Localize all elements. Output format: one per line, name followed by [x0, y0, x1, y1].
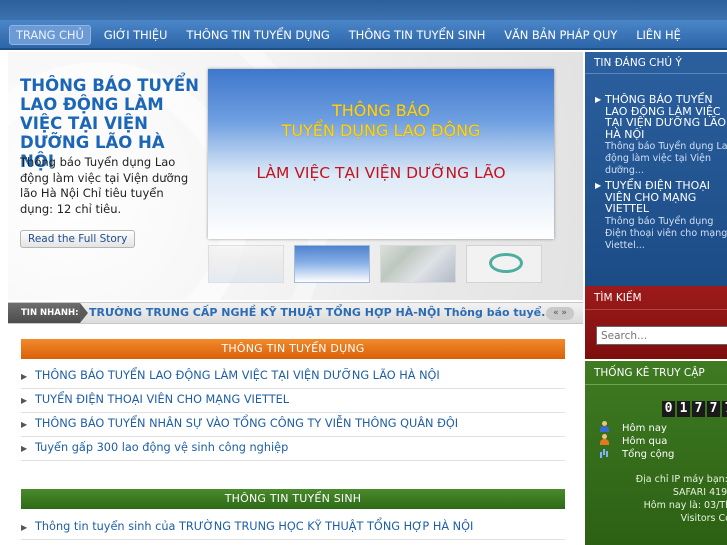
- user-icon: [599, 421, 610, 432]
- ticker-headline[interactable]: TRƯỜNG TRUNG CẤP NGHỀ KỸ THUẬT TỔNG HỢP …: [89, 303, 554, 323]
- featured-news-title[interactable]: TUYỂN ĐIỆN THOẠI VIÊN CHO MẠNG VIETTEL: [605, 179, 710, 215]
- feature-image-line: TUYỂN DỤNG LAO ĐỘNG: [281, 121, 481, 140]
- list-item-link[interactable]: TUYỂN ĐIỆN THOẠI VIÊN CHO MẠNG VIETTEL: [35, 393, 289, 406]
- counter-digit: 7: [692, 401, 705, 417]
- chart-icon: [599, 447, 610, 458]
- list-item[interactable]: ▶ THÔNG BÁO TUYỂN NHÂN SỰ VÀO TỔNG CÔNG T…: [21, 413, 565, 437]
- featured-news-item[interactable]: ▶ TUYỂN ĐIỆN THOẠI VIÊN CHO MẠNG VIETTEL …: [595, 180, 727, 252]
- thumbnail-2[interactable]: [294, 245, 370, 283]
- featured-news-title[interactable]: THÔNG BÁO TUYỂN LAO ĐỘNG LÀM VIỆC TẠI VI…: [605, 93, 726, 141]
- stat-label: Hôm nay: [622, 423, 667, 434]
- viettel-logo-icon: [489, 253, 523, 273]
- main-nav: TRANG CHỦ GIỚI THIỆU THÔNG TIN TUYỂN DỤN…: [0, 20, 727, 50]
- list-item-link[interactable]: THÔNG BÁO TUYỂN NHÂN SỰ VÀO TỔNG CÔNG TY…: [35, 417, 458, 430]
- list-item[interactable]: ▶ Tuyển gấp 300 lao động vệ sinh công ngh…: [21, 437, 565, 461]
- counter-digit: 0: [662, 401, 675, 417]
- date-line: Hôm nay là: 03/Thán: [643, 500, 727, 511]
- admissions-heading: THÔNG TIN TUYỂN SINH: [21, 489, 565, 509]
- search-panel: TÌM KIẾM: [585, 286, 727, 359]
- feature-image-line: LÀM VIỆC TẠI VIỆN DƯỠNG LÃO: [256, 164, 506, 182]
- list-item[interactable]: ▶ TUYỂN ĐIỆN THOẠI VIÊN CHO MẠNG VIETTEL: [21, 389, 565, 413]
- stat-total: Tổng cộng: [599, 447, 675, 460]
- user-icon: [599, 434, 610, 445]
- news-ticker: TIN NHANH: TRƯỜNG TRUNG CẤP NGHỀ KỸ THUẬ…: [8, 302, 583, 324]
- search-input[interactable]: [596, 326, 727, 345]
- stat-yesterday: Hôm qua: [599, 434, 668, 447]
- feature-image-line: THÔNG BÁO: [331, 101, 431, 120]
- stat-today: Hôm nay: [599, 421, 667, 434]
- stat-label: Hôm qua: [622, 436, 668, 447]
- featured-news-item[interactable]: ▶ THÔNG BÁO TUYỂN LAO ĐỘNG LÀM VIỆC TẠI V…: [595, 94, 727, 177]
- counter-digit: 7: [722, 401, 727, 417]
- read-full-story-button[interactable]: Read the Full Story: [20, 230, 136, 248]
- featured-news-desc: Thông báo Tuyển dụng Lao động làm việc t…: [605, 141, 727, 176]
- thumbnail-3[interactable]: [380, 245, 456, 283]
- bullet-arrow-icon: ▶: [21, 396, 28, 405]
- visitor-info: Địa chỉ IP máy bạn: 70 SAFARI 419.3), Hô…: [593, 473, 727, 525]
- nav-regulations[interactable]: VĂN BẢN PHÁP QUY: [504, 28, 617, 42]
- visitor-stats-panel: THỐNG KÊ TRUY CẬP 0 1 7 7 7 Hôm nay Hôm …: [585, 361, 727, 545]
- nav-contact[interactable]: LIÊN HỆ: [636, 28, 681, 42]
- list-item[interactable]: ▶ Thông tin tuyển sinh của TRƯỜNG TRUNG H…: [21, 516, 565, 540]
- search-heading: TÌM KIẾM: [585, 286, 727, 310]
- bullet-arrow-icon: ▶: [595, 181, 602, 190]
- bullet-arrow-icon: ▶: [21, 444, 28, 453]
- nav-about[interactable]: GIỚI THIỆU: [104, 28, 168, 42]
- recruitment-list: ▶ THÔNG BÁO TUYỂN LAO ĐỘNG LÀM VIỆC TẠI V…: [21, 365, 565, 461]
- nav-recruitment[interactable]: THÔNG TIN TUYỂN DỤNG: [186, 28, 329, 42]
- recruitment-heading: THÔNG TIN TUYỂN DỤNG: [21, 339, 565, 359]
- ticker-prev-next-button[interactable]: « »: [546, 307, 574, 320]
- counter-digit: 7: [707, 401, 720, 417]
- thumbnail-1[interactable]: [208, 245, 284, 283]
- admissions-list: ▶ Thông tin tuyển sinh của TRƯỜNG TRUNG H…: [21, 516, 565, 540]
- bullet-arrow-icon: ▶: [21, 372, 28, 381]
- featured-news-panel: TIN ĐÁNG CHÚ Ý ▶ THÔNG BÁO TUYỂN LAO ĐỘNG…: [585, 52, 727, 286]
- feature-image[interactable]: THÔNG BÁO TUYỂN DỤNG LAO ĐỘNG LÀM VIỆC T…: [208, 69, 554, 239]
- browser-line: SAFARI 419.3),: [672, 487, 727, 498]
- counter-digit: 1: [677, 401, 690, 417]
- visitor-stats-heading: THỐNG KÊ TRUY CẬP: [585, 361, 727, 385]
- slideshow-thumbnails: [208, 245, 554, 285]
- stat-label: Tổng cộng: [622, 449, 675, 460]
- nav-home[interactable]: TRANG CHỦ: [9, 25, 91, 45]
- list-item-link[interactable]: Tuyển gấp 300 lao động vệ sinh công nghi…: [35, 441, 288, 454]
- thumbnail-4[interactable]: [466, 245, 542, 283]
- top-banner: [0, 0, 727, 20]
- feature-description: Thông báo Tuyển dụng Lao động làm việc t…: [20, 155, 189, 216]
- list-item-link[interactable]: Thông tin tuyển sinh của TRƯỜNG TRUNG HỌ…: [35, 520, 473, 533]
- bullet-arrow-icon: ▶: [21, 420, 28, 429]
- bullet-arrow-icon: ▶: [595, 95, 602, 104]
- visitors-counter-line: Visitors Coun: [680, 513, 727, 524]
- list-item[interactable]: ▶ THÔNG BÁO TUYỂN LAO ĐỘNG LÀM VIỆC TẠI V…: [21, 365, 565, 389]
- ticker-label: TIN NHANH:: [8, 303, 88, 323]
- nav-admissions[interactable]: THÔNG TIN TUYỂN SINH: [349, 28, 486, 42]
- visitor-counter: 0 1 7 7 7: [662, 401, 727, 417]
- list-item-link[interactable]: THÔNG BÁO TUYỂN LAO ĐỘNG LÀM VIỆC TẠI VI…: [35, 369, 440, 382]
- featured-slideshow: THÔNG BÁO TUYỂN LAO ĐỘNG LÀM VIỆC TẠI VI…: [8, 52, 583, 300]
- ip-address-line: Địa chỉ IP máy bạn: 70: [635, 474, 727, 485]
- featured-news-desc: Thông báo Tuyển dụng Điện thoại viên cho…: [605, 215, 727, 251]
- bullet-arrow-icon: ▶: [21, 523, 28, 532]
- featured-news-heading: TIN ĐÁNG CHÚ Ý: [585, 52, 727, 74]
